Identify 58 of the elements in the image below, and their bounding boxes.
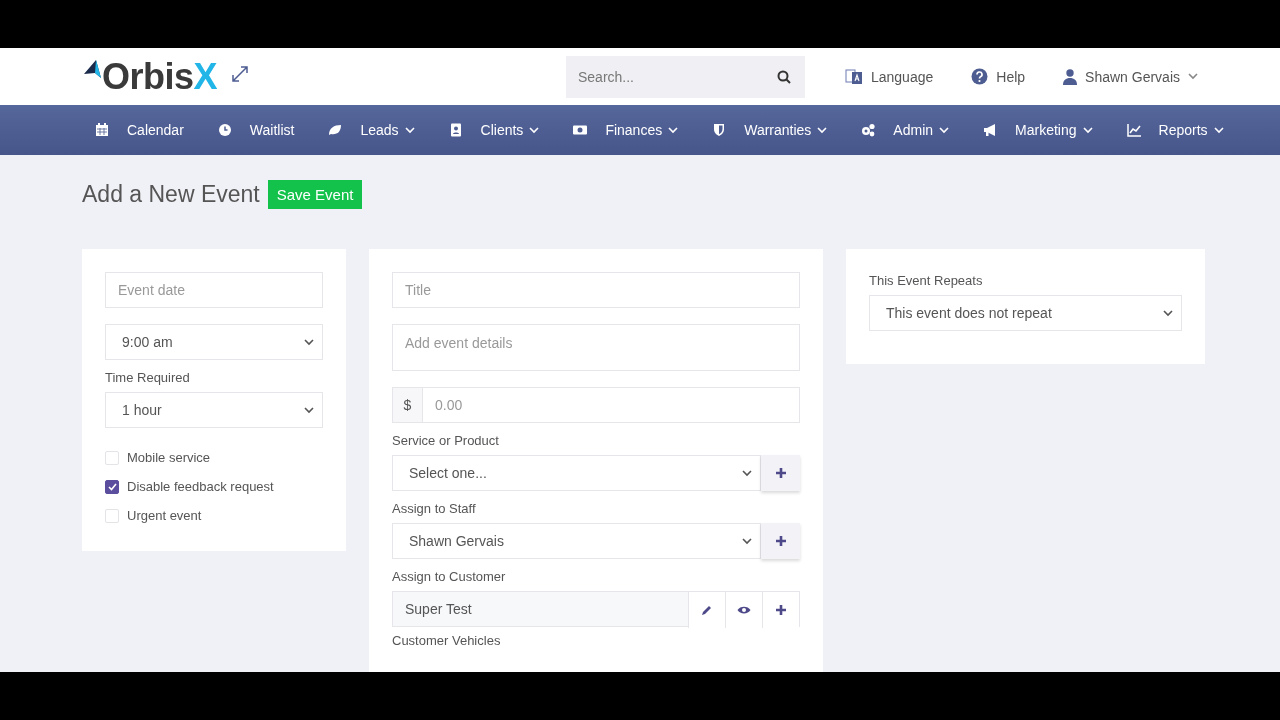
header-link[interactable]: Shawn Gervais xyxy=(1063,68,1198,85)
add-button[interactable] xyxy=(761,455,800,491)
translate-icon xyxy=(844,67,863,86)
plus-icon xyxy=(774,467,787,479)
title-field[interactable]: Title xyxy=(392,272,800,308)
search-field[interactable]: Search... xyxy=(565,55,805,98)
nav-item[interactable]: Leads xyxy=(328,122,415,138)
add-button[interactable] xyxy=(761,523,800,559)
price-field[interactable]: 0.00 xyxy=(423,387,800,423)
field-label: Customer Vehicles xyxy=(392,633,502,648)
gears-icon xyxy=(862,123,875,137)
chevron-down-icon xyxy=(304,406,314,414)
checkbox-label: Disable feedback request xyxy=(127,479,274,494)
user-icon xyxy=(1063,68,1078,85)
nav-item[interactable]: Admin xyxy=(861,122,950,138)
megaphone-icon xyxy=(984,124,996,136)
nav-item[interactable]: Reports xyxy=(1126,122,1224,138)
logo[interactable]: OrbisX xyxy=(82,55,218,98)
field-label: Assign to Staff xyxy=(392,501,477,516)
chevron-down-icon xyxy=(304,338,314,346)
chevron-down-icon xyxy=(1163,309,1173,317)
staff-select[interactable]: Shawn Gervais xyxy=(392,523,761,559)
header-link[interactable]: Help xyxy=(971,68,1026,85)
nav-item[interactable]: Waitlist xyxy=(217,122,295,138)
time-select[interactable]: 9:00 am xyxy=(105,324,323,360)
money-icon xyxy=(573,125,588,135)
chart-line-icon xyxy=(1126,123,1141,137)
nav-item[interactable]: Clients xyxy=(448,122,540,138)
search-icon xyxy=(776,69,791,84)
repeat-select[interactable]: This event does not repeat xyxy=(869,295,1182,331)
contact-card-icon xyxy=(450,123,461,137)
checkbox[interactable] xyxy=(105,479,119,494)
chevron-down-icon xyxy=(742,469,752,477)
expand-icon[interactable] xyxy=(231,64,250,83)
nav-item[interactable]: Finances xyxy=(573,122,679,138)
header-link[interactable]: Language xyxy=(844,67,934,86)
nav-item[interactable]: Marketing xyxy=(983,122,1093,138)
duration-select[interactable]: 1 hour xyxy=(105,392,323,428)
page-title: Add a New Event xyxy=(82,180,260,208)
help-icon xyxy=(971,68,989,85)
shield-icon xyxy=(714,124,725,136)
details-field[interactable]: Add event details xyxy=(392,324,800,371)
currency-label: $ xyxy=(392,387,423,423)
service-select[interactable]: Select one... xyxy=(392,455,761,491)
nav-item[interactable]: Warranties xyxy=(712,122,828,138)
nav-item[interactable]: Calendar xyxy=(95,122,184,138)
field-label: This Event Repeats xyxy=(869,273,984,288)
date-field[interactable]: Event date xyxy=(105,272,323,308)
field-label: Assign to Customer xyxy=(392,569,507,584)
calendar-icon xyxy=(96,123,108,136)
clock-icon xyxy=(218,124,231,136)
checkbox-label: Urgent event xyxy=(127,508,202,523)
checkbox-label: Mobile service xyxy=(127,450,211,465)
field-label: Service or Product xyxy=(392,433,500,448)
plus-icon xyxy=(774,535,787,547)
field-label: Time Required xyxy=(105,370,191,385)
chevron-down-icon xyxy=(742,537,752,545)
leaf-icon xyxy=(329,125,342,135)
